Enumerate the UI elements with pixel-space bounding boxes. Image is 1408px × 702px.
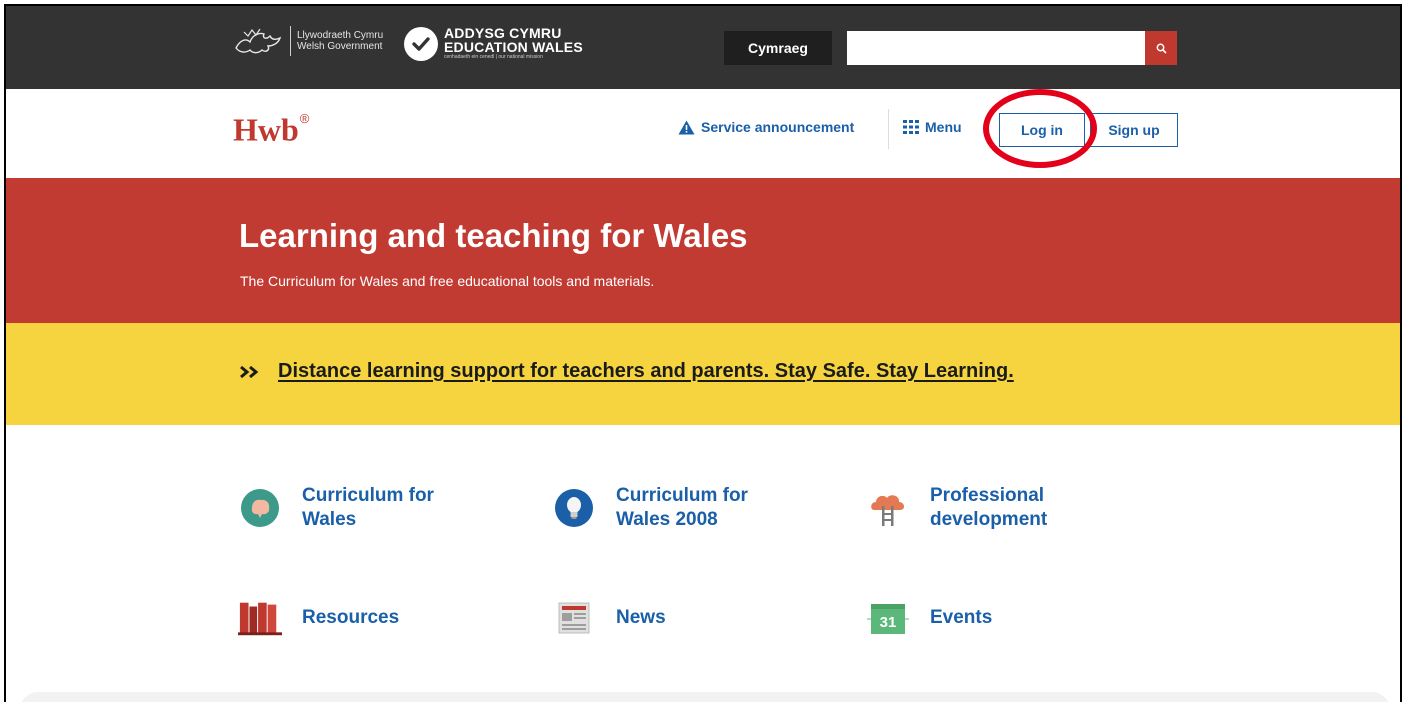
registered-mark: ® — [299, 111, 310, 126]
hero-subtitle: The Curriculum for Wales and free educat… — [240, 273, 655, 289]
brain-icon — [238, 486, 282, 530]
tile-label: Curriculum for Wales — [302, 484, 472, 532]
tile-label-line1: News — [616, 607, 666, 628]
welsh-government-logo[interactable]: Llywodraeth Cymru Welsh Government — [232, 26, 383, 56]
hero-title: Learning and teaching for Wales — [239, 217, 748, 254]
books-icon — [238, 596, 282, 640]
language-toggle-button[interactable]: Cymraeg — [724, 31, 832, 65]
tile-label-line2: Wales — [302, 509, 357, 530]
dragon-icon — [235, 28, 282, 54]
service-announcement-link[interactable]: Service announcement — [678, 119, 854, 135]
distance-learning-text: Distance learning support for teachers a… — [278, 360, 1014, 382]
calendar-icon: 31 — [866, 596, 910, 640]
newspaper-icon — [552, 596, 596, 640]
menu-button[interactable]: Menu — [903, 119, 962, 135]
browser-viewport: Llywodraeth Cymru Welsh Government ADDYS… — [4, 4, 1402, 702]
tile-label: Curriculum for Wales 2008 — [616, 484, 786, 532]
tile-label: News — [616, 606, 786, 630]
lightbulb-icon — [552, 486, 596, 530]
welsh-government-text: Llywodraeth Cymru Welsh Government — [297, 30, 383, 52]
checkmark-icon — [404, 26, 438, 61]
menu-label: Menu — [925, 119, 962, 135]
tile-curriculum-for-wales-2008[interactable]: Curriculum for Wales 2008 — [552, 484, 786, 532]
hero-section: Learning and teaching for Wales The Curr… — [6, 178, 1400, 323]
tile-resources[interactable]: Resources — [238, 596, 472, 640]
notice-banner: Distance learning support for teachers a… — [6, 323, 1400, 425]
tile-label: Professional development — [930, 484, 1100, 532]
hwb-logo[interactable]: Hwb® — [233, 108, 309, 147]
distance-learning-link[interactable]: Distance learning support for teachers a… — [239, 360, 1014, 383]
tile-curriculum-for-wales[interactable]: Curriculum for Wales — [238, 484, 472, 532]
search-icon — [1156, 43, 1167, 54]
education-wales-text: ADDYSG CYMRU EDUCATION WALES cenhadaeth … — [444, 26, 583, 61]
tile-label-line2: Wales 2008 — [616, 509, 718, 530]
site-header: Hwb® Service announcement Menu Log in Si… — [6, 89, 1400, 178]
edu-logo-line1: ADDYSG CYMRU — [444, 25, 562, 41]
gov-logo-line1: Llywodraeth Cymru — [297, 30, 384, 41]
header-divider — [888, 109, 889, 149]
tile-label-line1: Professional — [930, 485, 1045, 506]
service-announcement-label: Service announcement — [701, 119, 855, 135]
search-input[interactable] — [847, 31, 1145, 65]
tile-events[interactable]: 31 Events — [866, 596, 1100, 640]
tile-label-line1: Curriculum for — [616, 485, 748, 506]
tile-news[interactable]: News — [552, 596, 786, 640]
warning-icon — [678, 120, 695, 135]
tile-label-line1: Curriculum for — [302, 485, 434, 506]
edu-logo-tagline: cenhadaeth ein cenedl | our national mis… — [444, 54, 543, 60]
tile-label: Resources — [302, 606, 472, 630]
grid-icon — [903, 120, 919, 134]
tile-professional-development[interactable]: Professional development — [866, 484, 1100, 532]
search-button[interactable] — [1145, 31, 1177, 65]
education-wales-logo[interactable]: ADDYSG CYMRU EDUCATION WALES cenhadaeth … — [404, 26, 583, 61]
calendar-day: 31 — [880, 614, 897, 631]
brand-name: Hwb — [233, 111, 299, 148]
login-button[interactable]: Log in — [999, 113, 1085, 147]
edu-logo-line2: EDUCATION WALES — [444, 39, 583, 55]
signup-button[interactable]: Sign up — [1090, 113, 1178, 147]
logo-divider — [290, 26, 291, 56]
top-bar: Llywodraeth Cymru Welsh Government ADDYS… — [6, 6, 1400, 89]
tile-label-line2: development — [930, 509, 1048, 530]
cloud-ladder-icon — [866, 486, 910, 530]
gov-logo-line2: Welsh Government — [297, 41, 383, 52]
bottom-panel — [20, 692, 1390, 702]
double-chevron-right-icon — [239, 365, 261, 379]
tile-label: Events — [930, 606, 1100, 630]
tile-label-line1: Resources — [302, 607, 400, 628]
tile-label-line1: Events — [930, 607, 993, 628]
